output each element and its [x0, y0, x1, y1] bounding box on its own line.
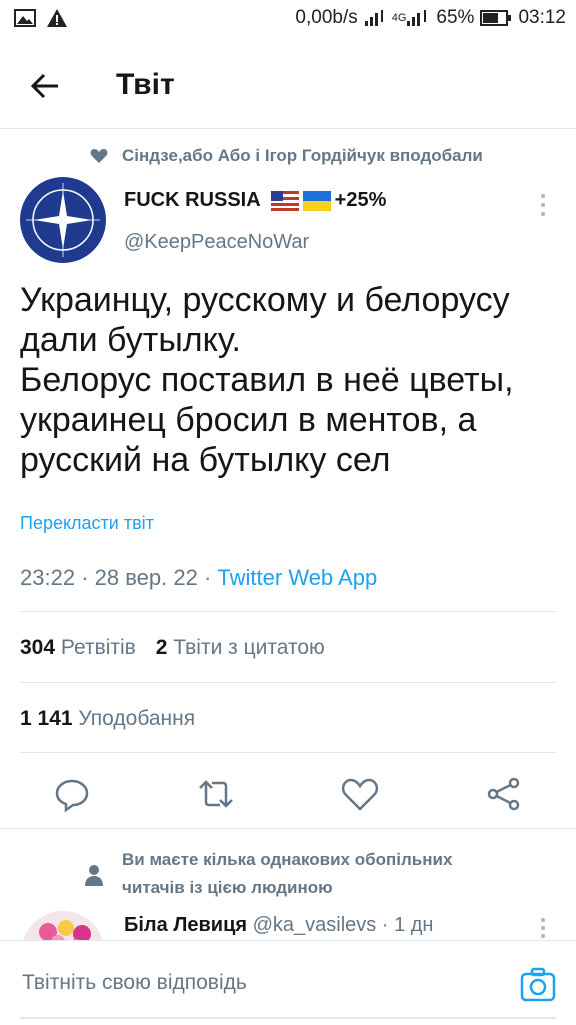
image-icon — [14, 9, 36, 27]
social-context[interactable]: Сіндзе,або Або і Ігор Гордійчук вподобал… — [90, 146, 483, 166]
retweets-count: 304 — [20, 636, 56, 659]
retweets-label: Ретвітів — [60, 636, 136, 659]
heart-icon — [90, 149, 108, 163]
tweet-text: Украинцу, русскому и белорусу дали бутыл… — [20, 280, 560, 480]
reply-time: 1 дн — [394, 914, 434, 936]
tweet-line: русский на бутылку сел — [20, 441, 391, 479]
retweet-stats: 304 Ретвітів 2 Твіти з цитатою — [20, 636, 325, 660]
retweets-stat[interactable]: 304 Ретвітів — [20, 636, 142, 659]
mutual-followers-line: Ви маєте кілька однакових обопільних — [122, 850, 453, 869]
reply-icon[interactable] — [52, 774, 92, 814]
mutual-followers-note: Ви маєте кілька однакових обопільних чит… — [122, 846, 452, 902]
actions-divider — [0, 828, 576, 829]
share-icon[interactable] — [484, 774, 524, 814]
quotes-label: Твіти з цитатою — [173, 636, 325, 659]
reply-compose-bar: Твітніть свою відповідь — [0, 940, 576, 1025]
like-icon[interactable] — [340, 774, 380, 814]
mutual-followers-line: читачів із цією людиною — [122, 878, 333, 897]
more-options-icon[interactable] — [536, 192, 550, 218]
reply-input[interactable]: Твітніть свою відповідь — [22, 971, 247, 995]
quotes-count: 2 — [155, 636, 168, 659]
meta-divider — [20, 611, 556, 612]
likes-stats[interactable]: 1 141 Уподобання — [20, 707, 195, 731]
tweet-time: 23:22 — [20, 565, 76, 590]
warning-icon — [47, 9, 67, 27]
battery-percent: 65% — [436, 7, 475, 28]
quotes-stat[interactable]: 2 Твіти з цитатою — [156, 636, 325, 659]
reply-author-handle: @ka_vasilevs — [252, 914, 377, 936]
tweet-line: украинец бросил в ментов, а — [20, 401, 477, 439]
tweet-source-link[interactable]: Twitter Web App — [217, 565, 377, 590]
tweet-date: 28 вер. 22 — [94, 565, 198, 590]
top-bar: Твіт — [0, 52, 576, 120]
likes-count: 1 141 — [20, 707, 73, 730]
arrow-left-icon[interactable] — [26, 66, 66, 106]
status-bar: 0,00b/s 4G 65% 03:12 — [0, 0, 576, 40]
retweet-icon[interactable] — [196, 774, 236, 814]
compose-underline — [20, 1017, 556, 1019]
author-name[interactable]: FUCK RUSSIA +25% — [124, 189, 386, 212]
network-speed: 0,00b/s — [295, 7, 358, 28]
social-context-text: Сіндзе,або Або і Ігор Гордійчук вподобал… — [122, 146, 483, 165]
us-flag-icon — [270, 190, 299, 211]
person-icon — [85, 865, 103, 886]
author-name-text: FUCK RUSSIA — [124, 189, 261, 211]
reply-author-name: Біла Левиця — [124, 914, 248, 936]
stats-divider — [20, 682, 556, 683]
author-handle[interactable]: @KeepPeaceNoWar — [124, 231, 309, 254]
avatar[interactable] — [20, 177, 106, 263]
signal-icon — [364, 10, 383, 26]
header-divider — [0, 128, 576, 129]
author-name-suffix: +25% — [334, 189, 387, 211]
translate-link[interactable]: Перекласти твіт — [20, 513, 154, 534]
tweet-meta: 23:22 · 28 вер. 22 · Twitter Web App — [20, 565, 378, 590]
camera-icon[interactable] — [518, 965, 558, 1005]
likes-label: Уподобання — [78, 707, 196, 730]
likes-divider — [20, 752, 556, 753]
signal-icon-2 — [407, 10, 427, 26]
ukraine-flag-icon — [302, 190, 331, 211]
reply-header[interactable]: Біла Левиця @ka_vasilevs · 1 дн — [124, 914, 433, 937]
page-title: Твіт — [116, 68, 175, 101]
network-type: 4G — [391, 12, 407, 24]
tweet-line: Украинцу, русскому и белорусу — [20, 281, 510, 319]
reply-more-options-icon[interactable] — [536, 916, 550, 940]
tweet-line: Белорус поставил в неё цветы, — [20, 361, 514, 399]
battery-icon — [480, 10, 512, 26]
clock: 03:12 — [518, 7, 566, 28]
nato-logo — [21, 178, 105, 262]
tweet-line: дали бутылку. — [20, 321, 241, 359]
